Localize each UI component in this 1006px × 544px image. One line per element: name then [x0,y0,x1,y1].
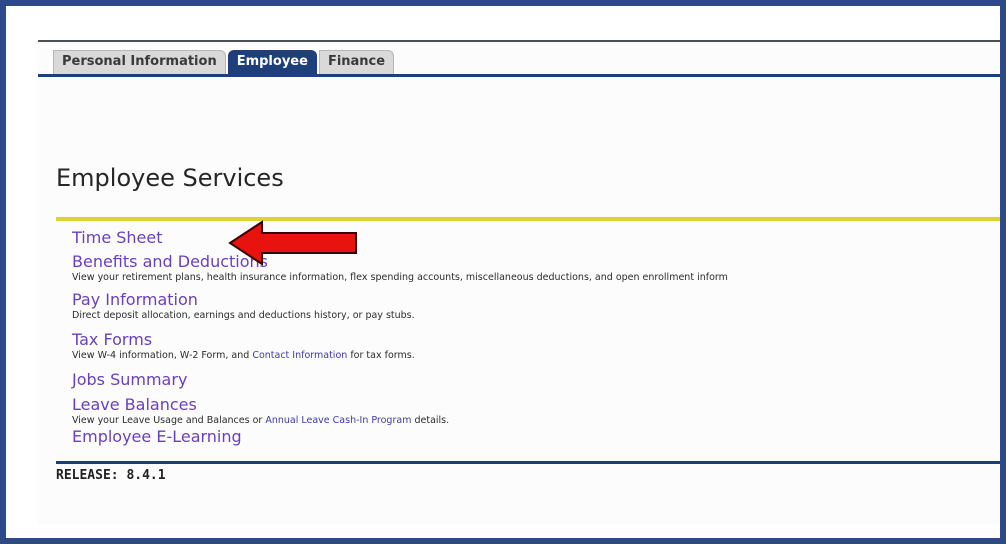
menu-item-leave: Leave Balances View your Leave Usage and… [72,395,1000,427]
time-sheet-link[interactable]: Time Sheet [72,228,1000,248]
tab-finance[interactable]: Finance [318,50,395,75]
title-divider [56,217,1000,221]
arrow-icon [228,220,357,266]
page-title: Employee Services [56,164,284,192]
pay-information-link[interactable]: Pay Information [72,290,1000,310]
jobs-summary-link[interactable]: Jobs Summary [72,370,1000,390]
menu-item-jobs: Jobs Summary [72,370,1000,395]
leave-description: View your Leave Usage and Balances or An… [72,415,1000,427]
employee-e-learning-link[interactable]: Employee E-Learning [72,427,1000,447]
tax-description-prefix: View W-4 information, W-2 Form, and [72,350,250,361]
leave-description-suffix: details. [414,415,450,426]
tab-employee[interactable]: Employee [227,50,317,75]
leave-description-prefix: View your Leave Usage and Balances or [72,415,263,426]
tax-description: View W-4 information, W-2 Form, and Cont… [72,350,1000,362]
menu-item-time-sheet: Time Sheet [72,228,1000,252]
red-arrow-annotation [228,220,357,266]
menu-item-elearning: Employee E-Learning [72,427,1000,449]
pay-description: Direct deposit allocation, earnings and … [72,310,415,321]
menu-item-pay: Pay Information Direct deposit allocatio… [72,290,1000,330]
footer-divider [56,461,1000,464]
tax-description-suffix: for tax forms. [350,350,415,361]
menu-item-tax: Tax Forms View W-4 information, W-2 Form… [72,330,1000,370]
benefits-description: View your retirement plans, health insur… [72,272,728,283]
tab-bar-underline [38,74,1000,77]
release-version: RELEASE: 8.4.1 [56,468,166,483]
tab-bar-top-rule [38,40,1000,42]
screenshot-frame: Personal Information Employee Finance Em… [6,6,1000,538]
tab-personal-information[interactable]: Personal Information [53,50,226,75]
menu-item-benefits: Benefits and Deductions View your retire… [72,252,1000,290]
benefits-and-deductions-link[interactable]: Benefits and Deductions [72,252,1000,272]
leave-balances-link[interactable]: Leave Balances [72,395,1000,415]
page-content: Personal Information Employee Finance Em… [38,40,1000,524]
tax-forms-link[interactable]: Tax Forms [72,330,1000,350]
tab-bar: Personal Information Employee Finance [53,44,396,75]
annual-leave-cash-in-link[interactable]: Annual Leave Cash-In Program [265,415,411,426]
contact-information-link[interactable]: Contact Information [252,350,347,361]
services-menu: Time Sheet Benefits and Deductions View … [72,228,1000,449]
